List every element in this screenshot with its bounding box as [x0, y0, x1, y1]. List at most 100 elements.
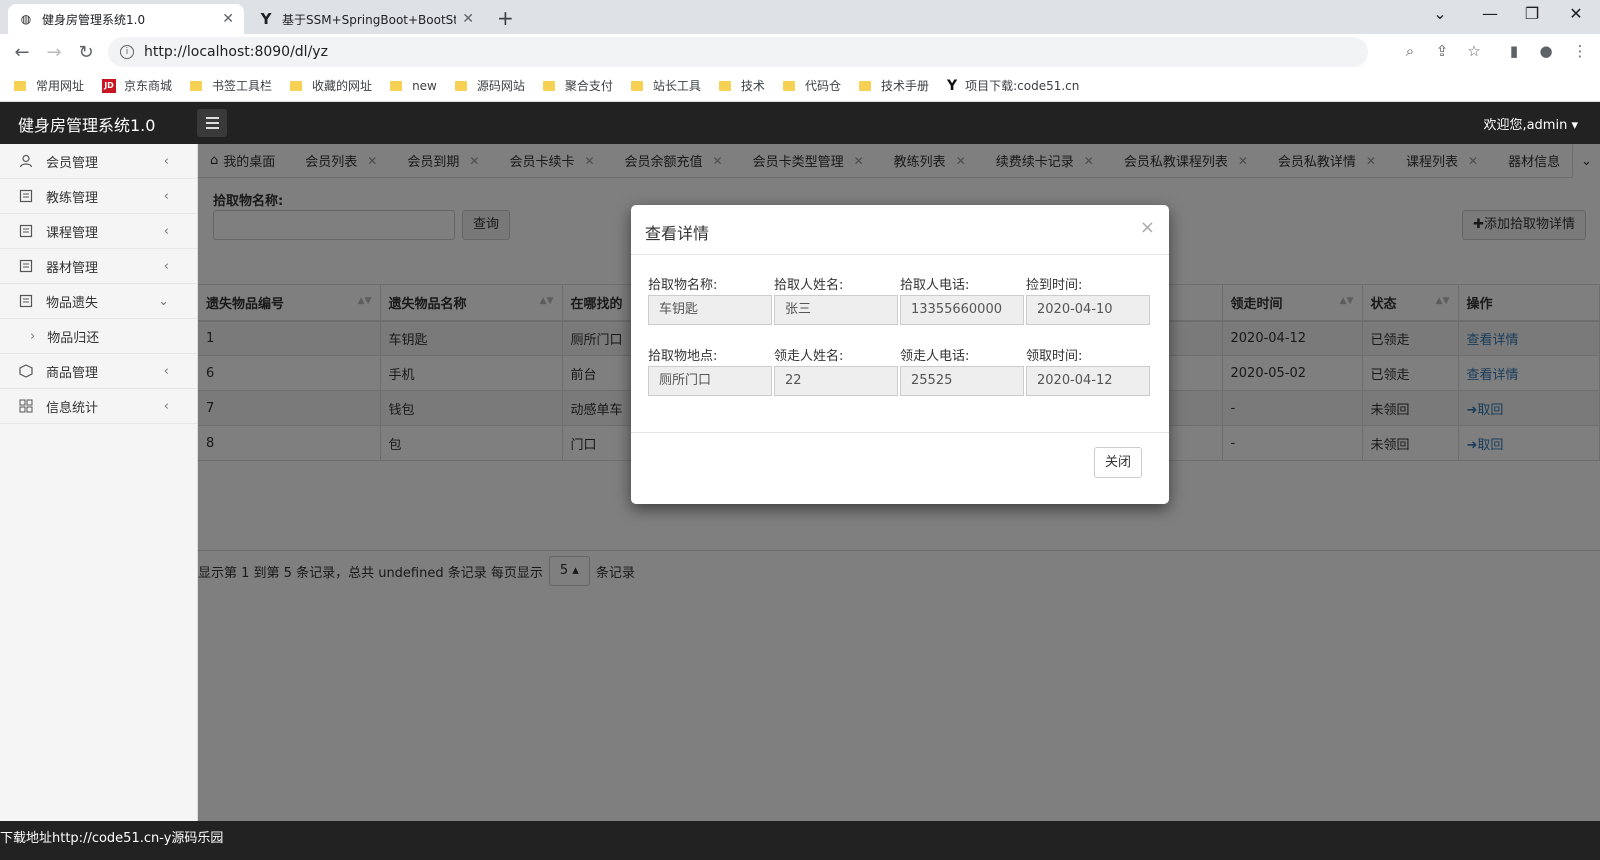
field-input[interactable]: 厕所门口 — [648, 366, 772, 396]
jd-icon: JD — [102, 78, 117, 93]
zoom-icon[interactable]: ⌕ — [1398, 42, 1422, 60]
sidebar-item-lost-items[interactable]: 物品遗失 ⌄ — [0, 284, 197, 319]
document-icon — [18, 223, 34, 239]
browser-tab-active[interactable]: ◍ 健身房管理系统1.0 ✕ — [8, 4, 244, 34]
back-icon[interactable]: ← — [6, 42, 38, 63]
chevron-left-icon: ‹ — [163, 398, 169, 414]
sidebar-item-statistics[interactable]: 信息统计 ‹ — [0, 389, 197, 424]
folder-icon — [542, 80, 555, 91]
menu-toggle-icon[interactable] — [197, 109, 227, 137]
forward-icon[interactable]: → — [38, 42, 70, 63]
bookmark-item[interactable]: 书签工具栏 — [190, 77, 272, 94]
bookmark-item[interactable]: JD 京东商城 — [102, 77, 172, 94]
field-input[interactable]: 22 — [774, 366, 898, 396]
bookmark-item[interactable]: 源码网站 — [454, 77, 525, 94]
folder-icon — [14, 80, 26, 91]
field-input[interactable]: 2020-04-12 — [1026, 366, 1150, 396]
document-icon — [18, 293, 34, 309]
app-header: 健身房管理系统1.0 欢迎您,admin ▾ — [0, 102, 1600, 144]
form-row: 拾取物名称: 车钥匙 拾取人姓名: 张三 拾取人电话: 13355660000 … — [648, 277, 1152, 325]
field-label: 拾取人姓名: — [774, 278, 844, 293]
bookmark-label: 收藏的网址 — [312, 79, 373, 93]
bookmark-item[interactable]: 聚合支付 — [542, 77, 613, 94]
field-finder-name: 拾取人姓名: 张三 — [774, 277, 900, 325]
share-icon[interactable]: ⇪ — [1430, 42, 1454, 60]
details-modal: 查看详情 × 拾取物名称: 车钥匙 拾取人姓名: 张三 拾取人电话: 13355… — [631, 205, 1169, 504]
bookmark-label: 项目下载:code51.cn — [965, 79, 1080, 93]
field-claimer-name: 领走人姓名: 22 — [774, 348, 900, 396]
folder-icon — [290, 80, 303, 91]
sidebar-item-goods[interactable]: 商品管理 ‹ — [0, 354, 197, 389]
new-tab-icon[interactable]: + — [497, 6, 514, 30]
bookmark-label: 京东商城 — [124, 79, 173, 93]
y-logo-icon: Y — [260, 10, 272, 28]
sidebar-item-equipment[interactable]: 器材管理 ‹ — [0, 249, 197, 284]
sidebar-subitem-return[interactable]: › 物品归还 — [0, 319, 197, 354]
bookmark-label: 常用网址 — [36, 79, 85, 93]
menu-dots-icon[interactable]: ⋮ — [1568, 42, 1592, 60]
modal-title: 查看详情 — [645, 224, 710, 243]
sidebar-item-label: 会员管理 — [46, 155, 99, 171]
bookmark-label: 技术手册 — [880, 79, 929, 93]
welcome-text: 欢迎您,admin — [1483, 118, 1568, 133]
folder-icon — [630, 80, 643, 91]
sidebar-item-coaches[interactable]: 教练管理 ‹ — [0, 179, 197, 214]
close-tab-icon[interactable]: ✕ — [222, 11, 234, 27]
sidepanel-icon[interactable]: ▮ — [1502, 42, 1526, 60]
field-input[interactable]: 13355660000 — [900, 295, 1024, 325]
globe-icon: ◍ — [20, 12, 32, 26]
bookmark-item[interactable]: 常用网址 — [14, 77, 84, 94]
y-logo-icon: Y — [946, 77, 958, 94]
field-label: 领取时间: — [1026, 349, 1083, 364]
form-row: 拾取物地点: 厕所门口 领走人姓名: 22 领走人电话: 25525 领取时间:… — [648, 348, 1152, 396]
folder-icon — [782, 80, 795, 91]
sidebar-item-courses[interactable]: 课程管理 ‹ — [0, 214, 197, 249]
field-label: 拾取人电话: — [900, 278, 970, 293]
browser-tab[interactable]: Y 基于SSM+SpringBoot+BootSt ✕ — [248, 4, 484, 34]
bookmark-label: 技术 — [740, 79, 765, 93]
bookmark-item[interactable]: 站长工具 — [630, 77, 701, 94]
bookmark-item[interactable]: 代码仓 — [782, 77, 841, 94]
chevron-left-icon: ‹ — [163, 153, 169, 169]
sidebar-item-label: 商品管理 — [46, 365, 99, 381]
close-icon[interactable]: × — [1140, 217, 1155, 238]
chevron-left-icon: ‹ — [163, 258, 169, 274]
folder-icon — [190, 80, 203, 91]
star-icon[interactable]: ☆ — [1462, 42, 1486, 60]
field-input[interactable]: 张三 — [774, 295, 898, 325]
bookmark-item[interactable]: new — [390, 79, 437, 93]
sidebar: 会员管理 ‹ 教练管理 ‹ 课程管理 ‹ 器材管理 ‹ 物品遗失 ⌄ › 物品归… — [0, 144, 198, 821]
package-icon — [18, 363, 34, 379]
profile-icon[interactable]: ● — [1534, 42, 1558, 60]
sidebar-item-label: 课程管理 — [46, 225, 99, 241]
tab-search-icon[interactable]: ⌄ — [1420, 4, 1460, 23]
user-menu[interactable]: 欢迎您,admin ▾ — [1483, 114, 1578, 133]
document-icon — [18, 188, 34, 204]
user-icon — [18, 153, 34, 169]
bookmark-label: 书签工具栏 — [212, 79, 273, 93]
bookmark-item[interactable]: 技术手册 — [858, 77, 929, 94]
url-text: http://localhost:8090/dl/yz — [144, 44, 328, 60]
reload-icon[interactable]: ↻ — [70, 42, 102, 63]
field-input[interactable]: 车钥匙 — [648, 295, 772, 325]
folder-icon — [454, 80, 467, 91]
minimize-icon[interactable]: — — [1470, 4, 1510, 23]
chevron-left-icon: ‹ — [163, 223, 169, 239]
sidebar-item-members[interactable]: 会员管理 ‹ — [0, 144, 197, 179]
bookmark-label: 聚合支付 — [564, 79, 613, 93]
close-window-icon[interactable]: ✕ — [1556, 4, 1596, 23]
url-field[interactable]: i http://localhost:8090/dl/yz — [108, 37, 1368, 67]
info-icon[interactable]: i — [120, 45, 134, 59]
bookmark-item[interactable]: 收藏的网址 — [290, 77, 372, 94]
grid-icon — [18, 398, 34, 414]
field-label: 拾取物地点: — [648, 349, 718, 364]
bookmark-label: 代码仓 — [804, 79, 841, 93]
close-button[interactable]: 关闭 — [1094, 447, 1142, 478]
field-input[interactable]: 2020-04-10 — [1026, 295, 1150, 325]
field-input[interactable]: 25525 — [900, 366, 1024, 396]
bookmark-item[interactable]: Y 项目下载:code51.cn — [947, 77, 1079, 94]
restore-icon[interactable]: ❐ — [1512, 4, 1552, 23]
chevron-left-icon: ‹ — [163, 188, 169, 204]
close-tab-icon[interactable]: ✕ — [462, 11, 474, 27]
bookmark-item[interactable]: 技术 — [718, 77, 765, 94]
